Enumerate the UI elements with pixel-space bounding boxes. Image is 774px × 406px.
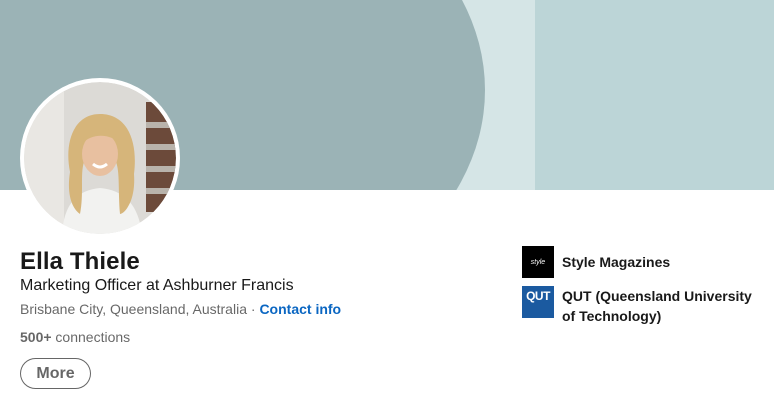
- qut-logo: QUT: [522, 286, 554, 318]
- organization-qut[interactable]: QUT QUT (Queensland University of Techno…: [522, 286, 762, 326]
- contact-info-link[interactable]: Contact info: [259, 301, 341, 317]
- separator-dot: ·: [246, 301, 260, 317]
- profile-headline: Marketing Officer at Ashburner Francis: [20, 277, 294, 294]
- profile-location: Brisbane City, Queensland, Australia: [20, 301, 247, 317]
- profile-name: Ella Thiele: [20, 248, 140, 275]
- connections-count[interactable]: 500+ connections: [20, 329, 130, 345]
- organization-name: Style Magazines: [562, 254, 671, 270]
- profile-photo[interactable]: [20, 78, 180, 238]
- connections-number: 500+: [20, 329, 52, 345]
- more-button[interactable]: More: [20, 358, 91, 389]
- profile-photo-image: [24, 82, 176, 234]
- connections-label: connections: [51, 329, 131, 345]
- organization-name: QUT (Queensland University of Technology…: [562, 288, 752, 324]
- organization-style-magazines[interactable]: style Style Magazines: [522, 246, 762, 278]
- location-row: Brisbane City, Queensland, Australia · C…: [20, 301, 341, 317]
- style-magazines-logo: style: [522, 246, 554, 278]
